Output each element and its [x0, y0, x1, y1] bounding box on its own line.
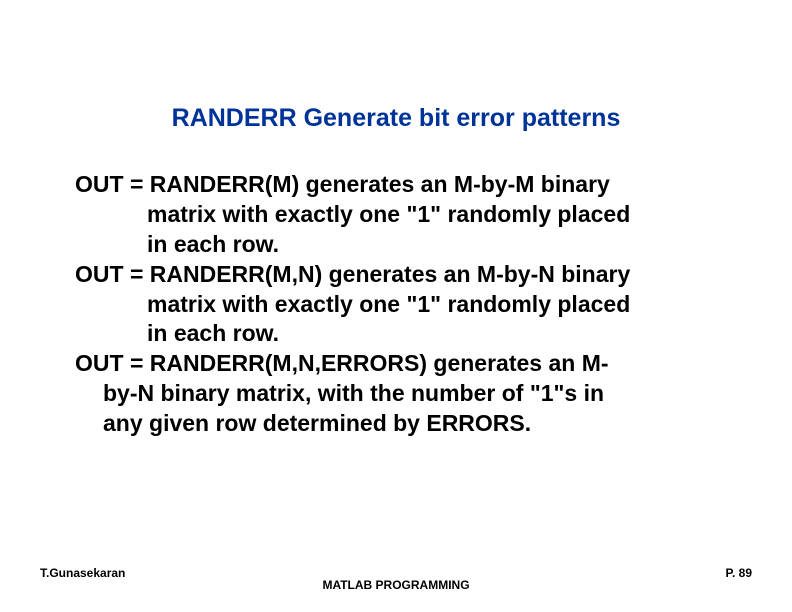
body-line: in each row.: [75, 319, 717, 349]
body-line: OUT = RANDERR(M,N) generates an M-by-N b…: [75, 260, 717, 290]
body-line: any given row determined by ERRORS.: [75, 409, 717, 439]
body-line: in each row.: [75, 230, 717, 260]
footer-page-number: P. 89: [726, 566, 752, 580]
body-line: matrix with exactly one "1" randomly pla…: [75, 200, 717, 230]
body-line: OUT = RANDERR(M,N,ERRORS) generates an M…: [75, 349, 717, 379]
slide: RANDERR Generate bit error patterns OUT …: [0, 0, 792, 612]
slide-title: RANDERR Generate bit error patterns: [0, 104, 792, 133]
footer-title: MATLAB PROGRAMMING: [0, 578, 792, 592]
body-line: by-N binary matrix, with the number of "…: [75, 379, 717, 409]
slide-body: OUT = RANDERR(M) generates an M-by-M bin…: [75, 170, 717, 439]
body-line: OUT = RANDERR(M) generates an M-by-M bin…: [75, 170, 717, 200]
body-line: matrix with exactly one "1" randomly pla…: [75, 290, 717, 320]
